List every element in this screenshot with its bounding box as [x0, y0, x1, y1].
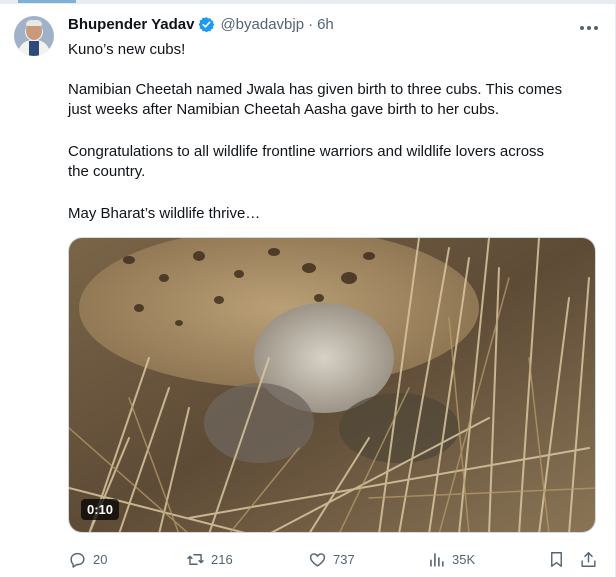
more-icon[interactable] — [580, 17, 602, 31]
views-button[interactable]: 35K — [427, 547, 475, 571]
avatar-hair — [26, 20, 42, 26]
tweet-time[interactable]: 6h — [317, 16, 334, 33]
views-icon — [430, 552, 444, 567]
avatar-vest — [29, 41, 39, 56]
reply-button[interactable]: 20 — [68, 547, 107, 571]
verified-badge-icon — [199, 16, 215, 32]
avatar[interactable] — [14, 16, 54, 56]
bookmark-icon — [551, 551, 562, 567]
tweet-actions: 20 216 737 35K — [68, 547, 600, 571]
repost-button[interactable]: 216 — [186, 547, 233, 571]
video-frame — [69, 238, 595, 532]
bookmark-button[interactable] — [547, 547, 566, 571]
tweet-header: Bhupender Yadav @byadavbjp · 6h — [68, 13, 334, 35]
like-count: 737 — [333, 551, 355, 567]
views-count: 35K — [452, 551, 476, 567]
share-button[interactable] — [579, 547, 598, 571]
like-button[interactable]: 737 — [308, 547, 355, 571]
share-icon — [581, 551, 596, 567]
tweet-text-line: just weeks after Namibian Cheetah Aasha … — [68, 101, 500, 118]
reply-count: 20 — [93, 551, 108, 567]
header-separator: · — [308, 15, 314, 33]
repost-icon — [187, 553, 204, 565]
reply-icon — [70, 552, 85, 568]
tweet-text-line: May Bharat’s wildlife thrive… — [68, 205, 261, 222]
video-player[interactable]: 0:10 — [68, 237, 596, 533]
author-name[interactable]: Bhupender Yadav — [68, 16, 194, 33]
repost-count: 216 — [211, 551, 233, 567]
tweet-text-line: Kuno’s new cubs! — [68, 41, 186, 58]
tweet-text-line: Namibian Cheetah named Jwala has given b… — [68, 81, 563, 98]
tweet-text-line: the country. — [68, 163, 146, 180]
video-duration: 0:10 — [81, 499, 120, 520]
like-icon — [309, 552, 326, 567]
tweet: Bhupender Yadav @byadavbjp · 6h Kuno’s n… — [0, 0, 616, 577]
author-handle[interactable]: @byadavbjp — [220, 16, 304, 33]
tweet-text-line: Congratulations to all wildlife frontlin… — [68, 143, 545, 160]
